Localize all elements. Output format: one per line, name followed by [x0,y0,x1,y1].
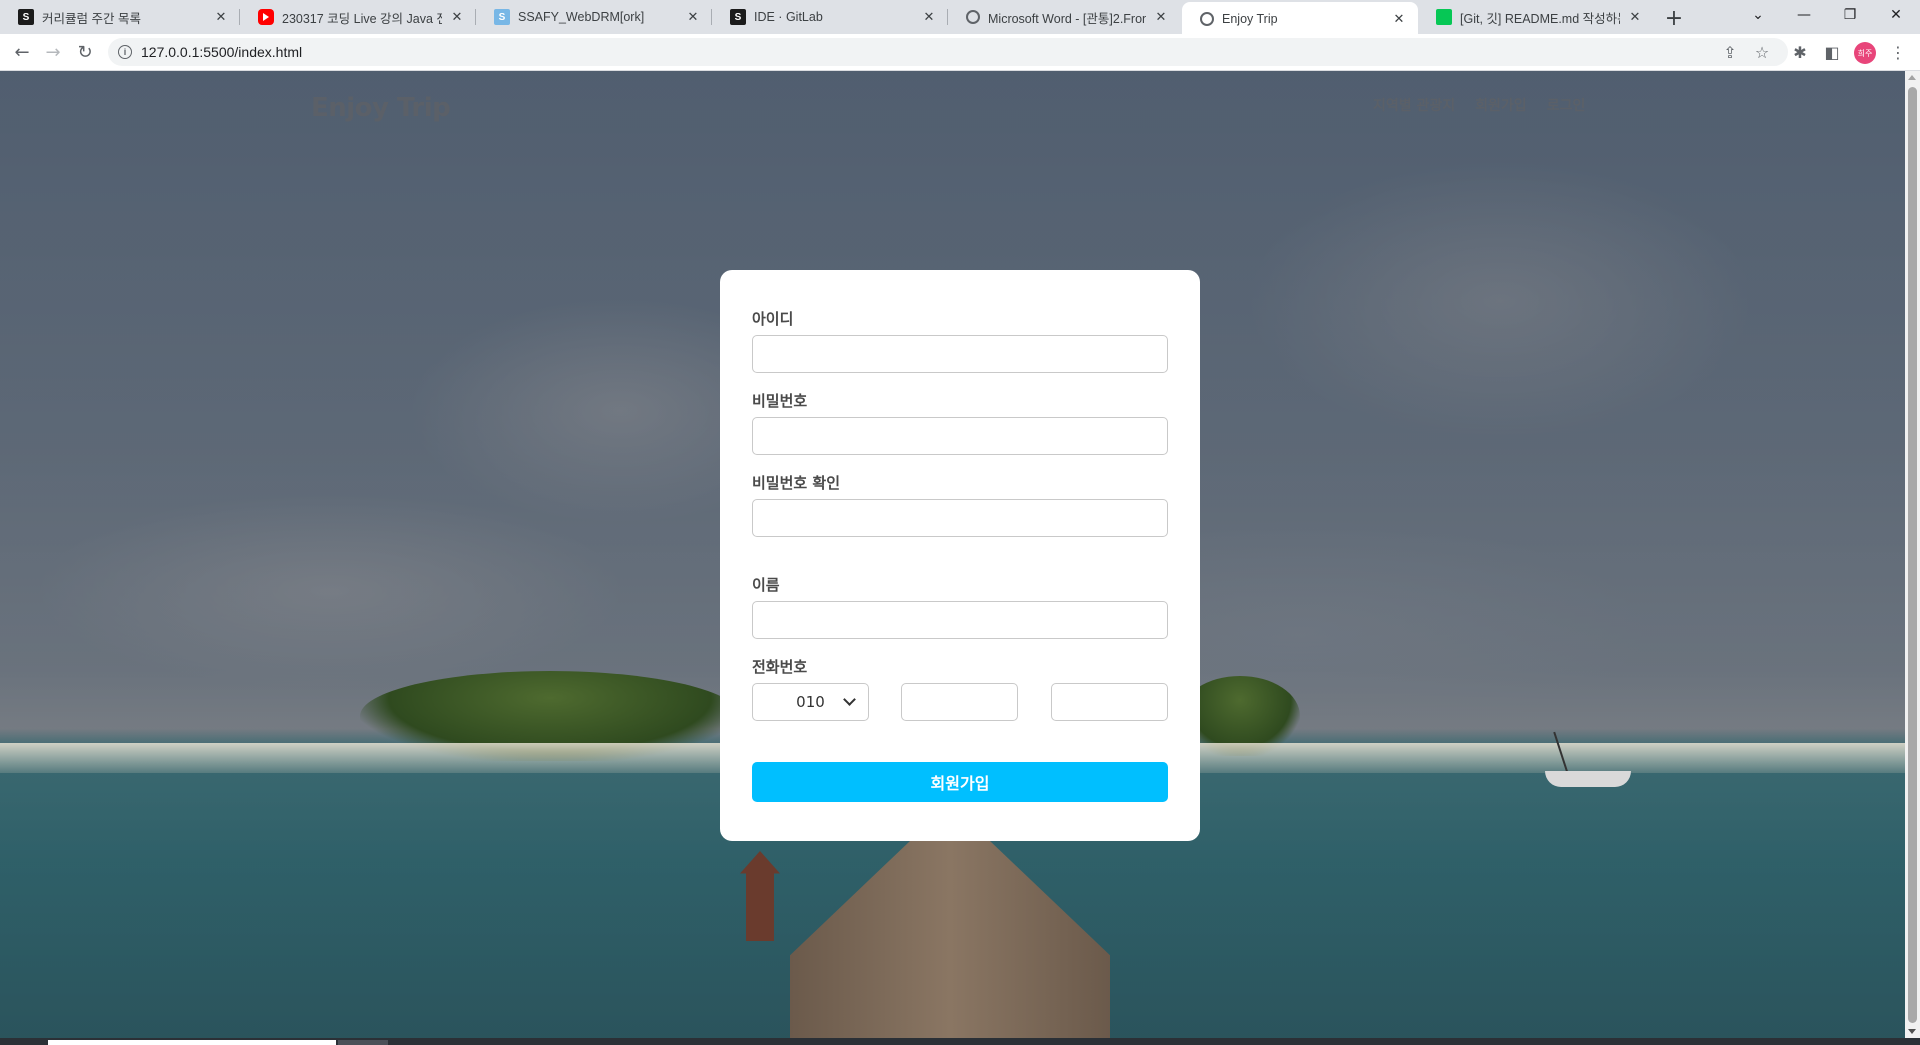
scroll-down-icon[interactable] [1908,1029,1916,1034]
ssafy-doc-icon: S [494,9,510,25]
avatar[interactable]: 희주 [1854,42,1876,64]
reload-icon[interactable]: ↻ [71,38,99,66]
back-icon[interactable]: ← [8,38,36,66]
tab-search-icon[interactable]: ⌄ [1735,0,1781,30]
taskbar-item[interactable] [338,1040,388,1045]
tab-title: 커리큘럼 주간 목록 [42,11,141,26]
signup-submit-button[interactable]: 회원가입 [752,762,1168,802]
info-icon[interactable]: i [118,45,132,59]
close-icon[interactable]: ✕ [1152,8,1170,26]
close-icon[interactable]: ✕ [684,8,702,26]
globe-icon [1200,12,1214,26]
globe-icon [966,10,980,24]
ssafy-icon: S [730,9,746,25]
browser-toolbar: ← → ↻ i 127.0.0.1:5500/index.html ⇪ ☆ ✱ … [0,34,1920,71]
tab-title: SSAFY_WebDRM[ork] [518,10,645,24]
background-boat [1545,771,1631,787]
tab-title: Microsoft Word - [관통]2.Front [988,11,1146,26]
extensions-icon[interactable]: ✱ [1786,38,1814,66]
browser-tab-active[interactable]: Enjoy Trip ✕ [1182,2,1418,36]
forward-icon[interactable]: → [39,38,67,66]
side-panel-icon[interactable]: ◧ [1818,38,1846,66]
password-confirm-input[interactable] [752,499,1168,537]
browser-tab[interactable]: [Git, 깃] README.md 작성하는 ✕ [1418,0,1654,34]
phone-label: 전화번호 [752,658,808,676]
address-url[interactable]: 127.0.0.1:5500/index.html [141,44,302,60]
line-icon [1436,9,1452,25]
nav-link-login[interactable]: 로그인 [1547,95,1586,115]
scrollbar-thumb[interactable] [1908,87,1917,1023]
password-confirm-label: 비밀번호 확인 [752,474,841,492]
browser-tab[interactable]: S 커리큘럼 주간 목록 ✕ [0,0,240,34]
menu-icon[interactable]: ⋮ [1884,38,1912,66]
close-icon[interactable]: ✕ [1626,8,1644,26]
phone-prefix-select[interactable]: 010 [752,683,869,721]
name-input[interactable] [752,601,1168,639]
browser-tab[interactable]: 230317 코딩 Live 강의 Java 전공 ✕ [240,0,476,34]
tab-title: 230317 코딩 Live 강의 Java 전공 [282,11,442,26]
phone-last-input[interactable] [1051,683,1168,721]
password-label: 비밀번호 [752,392,808,410]
id-input[interactable] [752,335,1168,373]
phone-prefix-value: 010 [796,693,825,711]
nav-link-attractions[interactable]: 지역별 관광지 [1373,95,1455,115]
background-hut [740,851,780,941]
close-icon[interactable]: ✕ [1390,10,1408,28]
browser-tab[interactable]: Microsoft Word - [관통]2.Front ✕ [948,0,1180,34]
name-label: 이름 [752,576,780,594]
ssafy-icon: S [18,9,34,25]
browser-tab[interactable]: S SSAFY_WebDRM[ork] ✕ [476,0,712,34]
site-logo[interactable]: Enjoy Trip [311,93,451,123]
tab-title: Enjoy Trip [1222,12,1278,26]
share-icon[interactable]: ⇪ [1716,38,1744,66]
chevron-down-icon [843,693,856,706]
page-viewport: Enjoy Trip 지역별 관광지 회원가입 로그인 아이디 비밀번호 비밀번… [0,71,1905,1038]
address-bar[interactable]: i 127.0.0.1:5500/index.html [108,38,1788,66]
close-icon[interactable]: ✕ [212,8,230,26]
browser-tab[interactable]: S IDE · GitLab ✕ [712,0,948,34]
site-nav: 지역별 관광지 회원가입 로그인 [1373,95,1585,115]
password-input[interactable] [752,417,1168,455]
phone-middle-input[interactable] [901,683,1018,721]
window-close-icon[interactable]: ✕ [1873,0,1919,30]
taskbar-strip [0,1038,1920,1045]
taskbar-item[interactable] [48,1040,336,1045]
browser-tab-strip: S 커리큘럼 주간 목록 ✕ 230317 코딩 Live 강의 Java 전공… [0,0,1920,36]
page-scrollbar[interactable] [1905,71,1920,1038]
tab-title: [Git, 깃] README.md 작성하는 [1460,11,1620,26]
star-icon[interactable]: ☆ [1748,38,1776,66]
new-tab-button[interactable]: + [1660,4,1688,32]
minimize-icon[interactable]: — [1781,0,1827,30]
tab-title: IDE · GitLab [754,10,823,24]
close-icon[interactable]: ✕ [448,8,466,26]
signup-form-card: 아이디 비밀번호 비밀번호 확인 이름 전화번호 010 회원가입 [720,270,1200,841]
scroll-up-icon[interactable] [1908,75,1916,80]
nav-link-signup[interactable]: 회원가입 [1475,95,1527,115]
close-icon[interactable]: ✕ [920,8,938,26]
id-label: 아이디 [752,310,794,328]
restore-icon[interactable]: ❐ [1827,0,1873,30]
youtube-icon [258,9,274,25]
